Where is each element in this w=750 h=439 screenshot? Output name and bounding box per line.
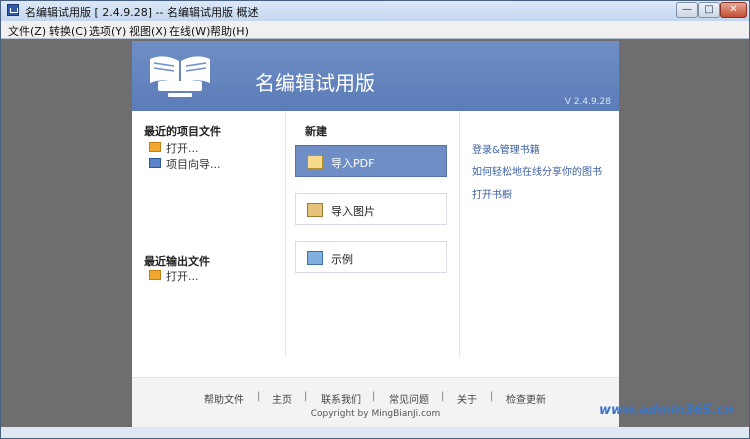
menu-view[interactable]: 视图(X) xyxy=(129,23,167,39)
start-page-panel: 名编辑试用版 V 2.4.9.28 最近的项目文件 打开... 项目向导... … xyxy=(132,41,619,428)
new-section-heading: 新建 xyxy=(305,125,327,138)
open-output-link[interactable]: 打开... xyxy=(166,268,199,284)
menu-convert[interactable]: 转换(C) xyxy=(49,23,87,39)
banner: 名编辑试用版 V 2.4.9.28 xyxy=(132,41,619,111)
banner-title: 名编辑试用版 xyxy=(255,71,375,95)
status-bar xyxy=(1,427,749,438)
footer-separator: | xyxy=(490,391,494,402)
app-window: 名编辑试用版 [ 2.4.9.28] -- 名编辑试用版 概述 — □ ✕ 文件… xyxy=(0,0,750,439)
menu-online[interactable]: 在线(W) xyxy=(169,23,210,39)
open-project-link[interactable]: 打开... xyxy=(166,140,199,156)
import-image-button[interactable]: 导入图片 xyxy=(295,193,447,225)
maximize-button[interactable]: □ xyxy=(698,2,720,18)
login-manage-books-link[interactable]: 登录&管理书籍 xyxy=(472,141,540,156)
open-bookcase-link[interactable]: 打开书橱 xyxy=(472,186,512,201)
project-wizard-link[interactable]: 项目向导... xyxy=(166,156,221,172)
copyright-text: Copyright by MingBianJi.com xyxy=(310,409,441,419)
menu-help[interactable]: 帮助(H) xyxy=(210,23,249,39)
recent-files-column: 最近的项目文件 打开... 项目向导... 最近输出文件 打开... xyxy=(132,111,285,357)
version-label: V 2.4.9.28 xyxy=(564,97,611,107)
sample-label: 示例 xyxy=(331,253,353,266)
wizard-icon xyxy=(149,158,161,168)
close-button[interactable]: ✕ xyxy=(720,2,747,18)
menu-bar: 文件(Z) 转换(C) 选项(Y) 视图(X) 在线(W) 帮助(H) xyxy=(1,21,749,39)
import-pdf-icon xyxy=(307,155,323,169)
minimize-button[interactable]: — xyxy=(676,2,698,18)
recent-outputs-heading: 最近输出文件 xyxy=(144,255,210,268)
window-title: 名编辑试用版 [ 2.4.9.28] -- 名编辑试用版 概述 xyxy=(25,6,259,19)
watermark: www.admin365.cn xyxy=(599,403,734,418)
sample-monitor-icon xyxy=(307,251,323,265)
book-monitor-logo-icon xyxy=(150,56,210,97)
import-image-icon xyxy=(307,203,323,217)
folder-open-icon xyxy=(149,270,161,280)
footer-separator: | xyxy=(372,391,376,402)
footer-link-help[interactable]: 帮助文件 xyxy=(204,391,244,406)
footer-link-contact[interactable]: 联系我们 xyxy=(321,391,361,406)
recent-projects-heading: 最近的项目文件 xyxy=(144,125,221,138)
footer-separator: | xyxy=(257,391,261,402)
import-image-label: 导入图片 xyxy=(331,205,375,218)
import-pdf-button[interactable]: 导入PDF xyxy=(295,145,447,177)
import-pdf-label: 导入PDF xyxy=(331,157,375,170)
folder-open-icon xyxy=(149,142,161,152)
footer-link-about[interactable]: 关于 xyxy=(457,391,477,406)
sample-button[interactable]: 示例 xyxy=(295,241,447,273)
share-book-online-link[interactable]: 如何轻松地在线分享你的图书 xyxy=(472,163,602,178)
new-section-column: 新建 导入PDF 导入图片 示例 xyxy=(285,111,460,357)
app-icon[interactable] xyxy=(7,4,19,16)
online-links-column: 登录&管理书籍 如何轻松地在线分享你的图书 打开书橱 xyxy=(458,111,619,357)
footer-link-home[interactable]: 主页 xyxy=(272,391,292,406)
footer-separator: | xyxy=(441,391,445,402)
title-bar[interactable]: 名编辑试用版 [ 2.4.9.28] -- 名编辑试用版 概述 — □ ✕ xyxy=(1,1,749,22)
footer-link-faq[interactable]: 常见问题 xyxy=(389,391,429,406)
menu-options[interactable]: 选项(Y) xyxy=(89,23,126,39)
menu-file[interactable]: 文件(Z) xyxy=(8,23,46,39)
footer-separator: | xyxy=(304,391,308,402)
footer: 帮助文件 | 主页 | 联系我们 | 常见问题 | 关于 | 检查更新 Copy… xyxy=(132,377,619,428)
footer-link-check-update[interactable]: 检查更新 xyxy=(506,391,546,406)
